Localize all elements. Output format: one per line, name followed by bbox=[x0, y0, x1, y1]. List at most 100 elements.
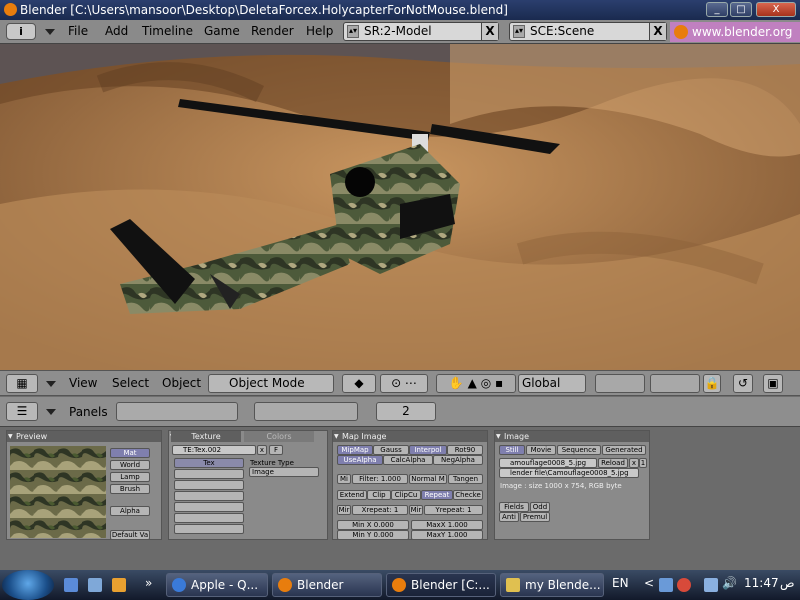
texture-channel-6[interactable] bbox=[174, 524, 244, 534]
show-desktop-icon[interactable] bbox=[64, 578, 78, 592]
3d-viewport[interactable] bbox=[0, 44, 800, 370]
menu-render[interactable]: Render bbox=[251, 24, 294, 38]
sequence-button[interactable]: Sequence bbox=[557, 445, 601, 455]
menu-object[interactable]: Object bbox=[162, 376, 201, 390]
frame-field[interactable]: 2 bbox=[376, 402, 436, 421]
tray-icon-2[interactable] bbox=[677, 578, 691, 592]
min-x-field[interactable]: Min X 0.000 bbox=[337, 520, 409, 530]
menu-add[interactable]: Add bbox=[105, 24, 128, 38]
mirror-y-button[interactable]: Mir bbox=[409, 505, 423, 515]
start-button[interactable] bbox=[2, 570, 54, 600]
mipmap-filter-button[interactable]: Mi bbox=[337, 474, 351, 484]
extend-button[interactable]: Extend bbox=[337, 490, 367, 500]
mirror-x-button[interactable]: Mir bbox=[337, 505, 351, 515]
premul-button[interactable]: Premul bbox=[520, 512, 550, 522]
screen-browse-icon[interactable]: ▴▾ bbox=[347, 25, 359, 38]
xrepeat-field[interactable]: Xrepeat: 1 bbox=[352, 505, 408, 515]
menu-game[interactable]: Game bbox=[204, 24, 240, 38]
taskbar-button-blender-1[interactable]: Blender bbox=[272, 573, 382, 597]
mipmap-button[interactable]: MipMap bbox=[337, 445, 373, 455]
texture-channel-5[interactable] bbox=[174, 513, 244, 523]
tangent-button[interactable]: Tangen bbox=[448, 474, 483, 484]
close-button[interactable]: X bbox=[756, 2, 796, 17]
tray-expand-icon[interactable]: < bbox=[644, 576, 654, 590]
orientation-selector[interactable]: Global bbox=[518, 374, 586, 393]
screen-selector[interactable]: ▴▾ SR:2-Model X bbox=[343, 22, 499, 41]
info-editor-button[interactable]: i bbox=[6, 23, 36, 40]
texture-channel-header[interactable]: Tex bbox=[174, 458, 244, 468]
menu-select[interactable]: Select bbox=[112, 376, 149, 390]
blender-website-link[interactable]: www.blender.org 2 bbox=[670, 22, 800, 59]
clip-button[interactable]: Clip bbox=[367, 490, 391, 500]
scene-selector[interactable]: ▴▾ SCE:Scene X bbox=[509, 22, 667, 41]
fields-button[interactable]: Fields bbox=[499, 502, 529, 512]
max-x-field[interactable]: MaxX 1.000 bbox=[411, 520, 483, 530]
still-button[interactable]: Still bbox=[499, 445, 525, 455]
taskbar-button-blender-2[interactable]: Blender [C:... bbox=[386, 573, 496, 597]
usealpha-button[interactable]: UseAlpha bbox=[337, 455, 383, 465]
shading-sub-buttons[interactable] bbox=[254, 402, 358, 421]
rot90-button[interactable]: Rot90 bbox=[447, 445, 483, 455]
context-buttons[interactable] bbox=[116, 402, 238, 421]
preview-mat-button[interactable]: Mat bbox=[110, 448, 150, 458]
maximize-button[interactable]: □ bbox=[730, 2, 752, 17]
normal-map-button[interactable]: Normal M bbox=[409, 474, 447, 484]
header-collapse-icon[interactable] bbox=[46, 381, 56, 387]
yrepeat-field[interactable]: Yrepeat: 1 bbox=[424, 505, 483, 515]
odd-button[interactable]: Odd bbox=[530, 502, 550, 512]
preview-panel-title[interactable]: Preview bbox=[7, 431, 161, 442]
interpol-button[interactable]: Interpol bbox=[409, 445, 447, 455]
texture-fake-user-button[interactable]: F bbox=[269, 445, 283, 455]
window-titlebar[interactable]: Blender [C:\Users\mansoor\Desktop\Deleta… bbox=[0, 0, 800, 20]
language-indicator[interactable]: EN bbox=[612, 576, 629, 590]
filter-field[interactable]: Filter: 1.000 bbox=[352, 474, 408, 484]
editor-type-button[interactable]: ▦ bbox=[6, 374, 38, 393]
scene-delete-button[interactable]: X bbox=[649, 23, 666, 40]
texture-channel-1[interactable] bbox=[174, 469, 244, 479]
preview-alpha-button[interactable]: Alpha bbox=[110, 506, 150, 516]
tray-icon-1[interactable] bbox=[659, 578, 673, 592]
texture-unlink-button[interactable]: x bbox=[257, 445, 267, 455]
lock-icon[interactable]: 🔒 bbox=[703, 374, 721, 393]
repeat-button[interactable]: Repeat bbox=[421, 490, 453, 500]
draw-type-button[interactable]: ◆ bbox=[342, 374, 376, 393]
max-y-field[interactable]: MaxY 1.000 bbox=[411, 530, 483, 540]
panels-label[interactable]: Panels bbox=[69, 405, 108, 419]
texture-channel-2[interactable] bbox=[174, 480, 244, 490]
preview-world-button[interactable]: World bbox=[110, 460, 150, 470]
anti-button[interactable]: Anti bbox=[499, 512, 519, 522]
clipcube-button[interactable]: ClipCu bbox=[391, 490, 421, 500]
render-icon[interactable]: ▣ bbox=[763, 374, 783, 393]
reload-button[interactable]: Reload bbox=[598, 458, 628, 468]
tab-colors[interactable]: Colors bbox=[244, 431, 314, 442]
buttons-editor-type[interactable]: ☰ bbox=[6, 402, 38, 421]
texture-channel-4[interactable] bbox=[174, 502, 244, 512]
scene-browse-icon[interactable]: ▴▾ bbox=[513, 25, 525, 38]
image-panel-title[interactable]: Image bbox=[495, 431, 649, 442]
menu-view[interactable]: View bbox=[69, 376, 97, 390]
negalpha-button[interactable]: NegAlpha bbox=[433, 455, 483, 465]
texture-type-selector[interactable]: Image bbox=[249, 467, 319, 477]
collapse-menu-icon[interactable] bbox=[45, 29, 55, 35]
movie-button[interactable]: Movie bbox=[526, 445, 556, 455]
image-name-field[interactable]: amouflage0008_5.jpg bbox=[499, 458, 597, 468]
generated-button[interactable]: Generated bbox=[602, 445, 646, 455]
min-y-field[interactable]: Min Y 0.000 bbox=[337, 530, 409, 540]
menu-help[interactable]: Help bbox=[306, 24, 333, 38]
minimize-button[interactable]: _ bbox=[706, 2, 728, 17]
screen-delete-button[interactable]: X bbox=[481, 23, 498, 40]
taskbar-button-apple[interactable]: Apple - Q... bbox=[166, 573, 268, 597]
layers-group-1[interactable] bbox=[595, 374, 645, 393]
media-player-icon[interactable] bbox=[112, 578, 126, 592]
pivot-button[interactable]: ⊙ ⋯ bbox=[380, 374, 428, 393]
quicklaunch-more-icon[interactable]: » bbox=[145, 576, 152, 590]
preview-brush-button[interactable]: Brush bbox=[110, 484, 150, 494]
texture-name-field[interactable]: TE:Tex.002 bbox=[172, 445, 256, 455]
checker-button[interactable]: Checke bbox=[453, 490, 483, 500]
switch-windows-icon[interactable] bbox=[88, 578, 102, 592]
map-image-panel-title[interactable]: Map Image bbox=[333, 431, 487, 442]
image-users-count[interactable]: 1 bbox=[639, 458, 647, 468]
taskbar-button-folder[interactable]: my Blende... bbox=[500, 573, 604, 597]
menu-timeline[interactable]: Timeline bbox=[142, 24, 193, 38]
mode-selector[interactable]: Object Mode bbox=[208, 374, 334, 393]
